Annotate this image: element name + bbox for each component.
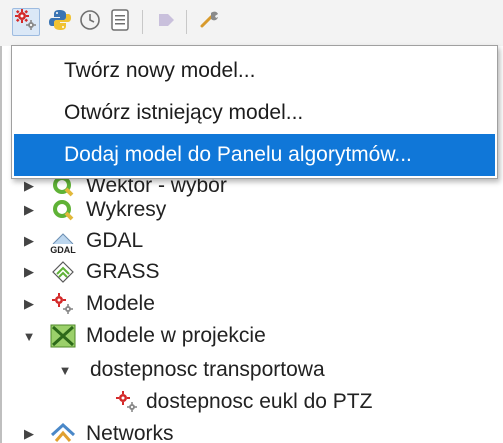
models-dropdown-menu: Twórz nowy model... Otwórz istniejący mo… <box>11 45 498 179</box>
project-models-icon <box>50 323 76 349</box>
collapse-arrow-icon[interactable]: ▼ <box>22 329 36 344</box>
panel-left-border <box>0 46 2 443</box>
results-viewer-button[interactable] <box>106 8 134 36</box>
toggle-icon <box>154 8 178 37</box>
models-icon <box>14 8 38 37</box>
expand-arrow-icon[interactable]: ▶ <box>22 178 36 194</box>
networks-icon <box>50 421 76 443</box>
tree-item-transport-access[interactable]: ▼ dostepnosc transportowa <box>58 354 325 386</box>
expand-arrow-icon[interactable]: ▶ <box>22 264 36 280</box>
expand-arrow-icon[interactable]: ▶ <box>22 296 36 312</box>
history-button[interactable] <box>76 8 104 36</box>
models-icon <box>50 291 76 317</box>
tree-item-label: GRASS <box>86 260 160 283</box>
tree-item-grass[interactable]: ▶ GRASS <box>22 256 160 288</box>
menu-item-label: Dodaj model do Panelu algorytmów... <box>64 143 412 166</box>
tree-item-gdal[interactable]: ▶ GDAL GDAL <box>22 225 143 257</box>
tree-item-project-models[interactable]: ▼ Modele w projekcie <box>22 320 266 352</box>
tree-item-label: Wykresy <box>86 198 167 221</box>
results-icon <box>108 8 132 37</box>
tree-item-networks[interactable]: ▶ Networks <box>22 418 174 443</box>
expand-arrow-icon[interactable]: ▶ <box>22 202 36 218</box>
gdal-icon: GDAL <box>50 228 76 254</box>
options-button[interactable] <box>196 8 224 36</box>
models-button[interactable] <box>12 8 40 36</box>
tree-item-label: Modele w projekcie <box>86 324 266 347</box>
collapse-arrow-icon[interactable]: ▼ <box>58 363 72 378</box>
menu-item-create-model[interactable]: Twórz nowy model... <box>14 50 495 92</box>
tree-item-label: GDAL <box>86 229 144 252</box>
tree-item-label: Modele <box>86 292 155 315</box>
toolbar-separator <box>142 10 143 34</box>
processing-toolbar <box>0 0 503 46</box>
tree-item-model-eukl-ptz[interactable]: dostepnosc eukl do PTZ <box>100 386 372 418</box>
tree-item-label: dostepnosc eukl do PTZ <box>146 390 373 413</box>
tree-item-models[interactable]: ▶ Modele <box>22 288 155 320</box>
toggle-edit-button[interactable] <box>152 8 180 36</box>
models-icon <box>114 389 140 415</box>
python-button[interactable] <box>46 8 74 36</box>
processing-toolbox-panel: ▶ Wektor - wybór ▶ Wykresy ▶ GDAL GDAL ▶… <box>0 0 503 443</box>
menu-item-open-model[interactable]: Otwórz istniejący model... <box>14 92 495 134</box>
tree-item-label: dostepnosc transportowa <box>90 358 325 381</box>
expand-arrow-icon[interactable]: ▶ <box>22 426 36 442</box>
grass-icon <box>50 259 76 285</box>
tree-item-label: Networks <box>86 422 174 443</box>
menu-item-add-model-to-toolbox[interactable]: Dodaj model do Panelu algorytmów... <box>14 134 495 176</box>
qgis-logo-icon <box>50 197 76 223</box>
menu-item-label: Otwórz istniejący model... <box>64 101 304 124</box>
menu-item-label: Twórz nowy model... <box>64 59 256 82</box>
history-icon <box>78 8 102 37</box>
tree-item-plots[interactable]: ▶ Wykresy <box>22 194 166 226</box>
svg-text:GDAL: GDAL <box>50 245 76 254</box>
options-icon <box>198 8 222 37</box>
toolbar-separator <box>186 10 187 34</box>
python-icon <box>48 8 72 37</box>
expand-arrow-icon[interactable]: ▶ <box>22 233 36 249</box>
